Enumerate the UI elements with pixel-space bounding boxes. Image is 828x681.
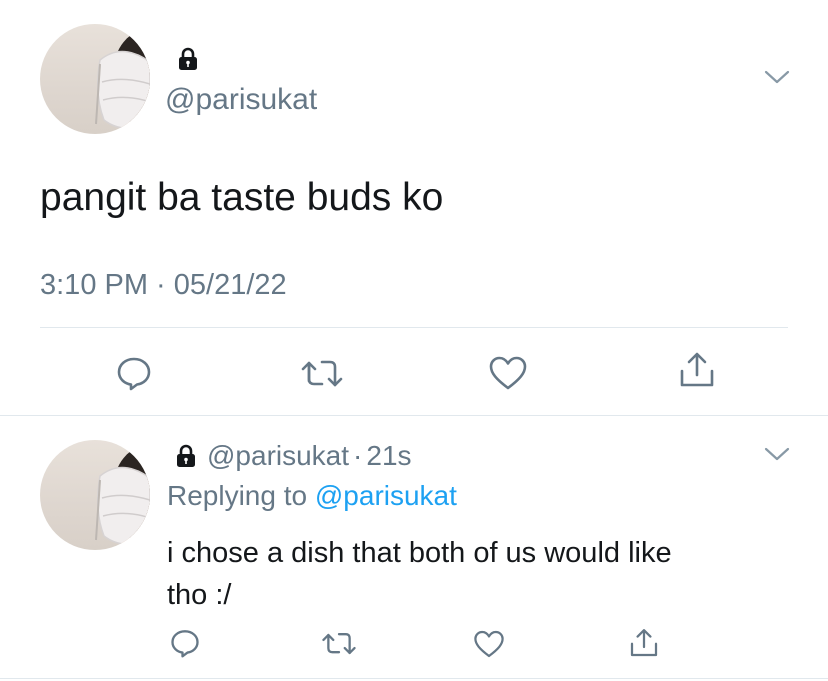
lock-icon xyxy=(177,444,195,467)
divider xyxy=(0,415,828,416)
like-icon[interactable] xyxy=(473,629,505,659)
reply-avatar[interactable] xyxy=(40,440,150,550)
tweet-text: pangit ba taste buds ko xyxy=(40,176,444,219)
chevron-down-icon[interactable] xyxy=(764,69,790,85)
retweet-icon[interactable] xyxy=(300,357,344,391)
divider xyxy=(40,327,788,328)
like-icon[interactable] xyxy=(488,355,528,391)
reply-icon[interactable] xyxy=(116,355,152,391)
lock-icon xyxy=(179,47,197,70)
retweet-icon[interactable] xyxy=(321,630,357,658)
reply-header: @parisukat · 21s xyxy=(175,440,412,472)
share-icon[interactable] xyxy=(677,351,717,389)
reply-text: i chose a dish that both of us would lik… xyxy=(167,532,672,616)
avatar[interactable] xyxy=(40,24,150,134)
replying-to-link[interactable]: @parisukat xyxy=(315,480,457,511)
replying-to: Replying to @parisukat xyxy=(167,479,457,513)
reply-handle[interactable]: @parisukat xyxy=(207,440,349,472)
divider xyxy=(0,678,828,679)
reply-age[interactable]: 21s xyxy=(366,440,411,472)
tweet-handle[interactable]: @parisukat xyxy=(165,83,317,117)
reply-icon[interactable] xyxy=(170,628,200,658)
separator: · xyxy=(353,440,363,471)
share-icon[interactable] xyxy=(628,627,660,659)
reply-text-line: i chose a dish that both of us would lik… xyxy=(167,537,672,569)
tweet-timestamp: 3:10 PM · 05/21/22 xyxy=(40,269,287,301)
chevron-down-icon[interactable] xyxy=(764,446,790,462)
reply-text-line: tho :/ xyxy=(167,579,232,611)
replying-to-label: Replying to xyxy=(167,480,315,511)
